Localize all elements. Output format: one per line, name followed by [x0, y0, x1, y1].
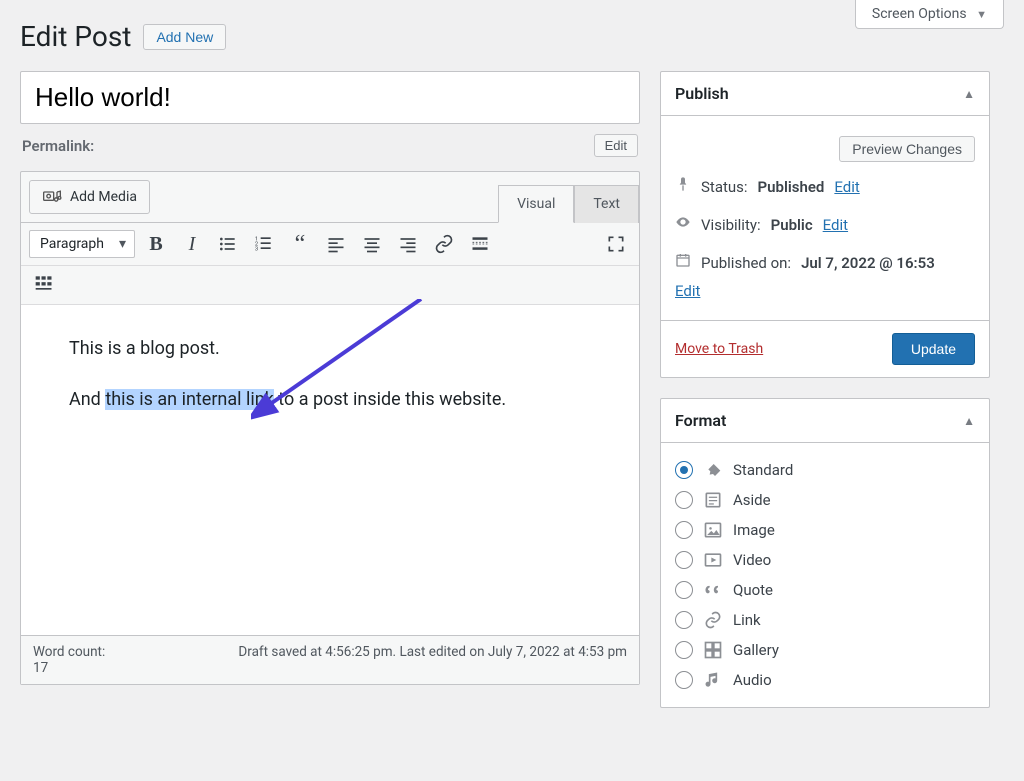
radio-icon	[675, 581, 693, 599]
editor: Add Media Visual Text Paragraph B I	[20, 171, 640, 685]
blockquote-button[interactable]: “	[285, 229, 315, 259]
aside-format-icon	[703, 490, 723, 510]
visibility-edit-link[interactable]: Edit	[823, 216, 848, 234]
status-edit-link[interactable]: Edit	[834, 178, 859, 196]
format-option-video[interactable]: Video	[675, 545, 975, 575]
add-media-label: Add Media	[70, 189, 137, 205]
align-left-button[interactable]	[321, 229, 351, 259]
image-format-icon	[703, 520, 723, 540]
fullscreen-button[interactable]	[601, 229, 631, 259]
radio-icon	[675, 461, 693, 479]
format-option-link[interactable]: Link	[675, 605, 975, 635]
collapse-icon[interactable]: ▲	[963, 414, 975, 428]
permalink-label: Permalink:	[22, 137, 94, 155]
format-option-aside[interactable]: Aside	[675, 485, 975, 515]
insert-link-button[interactable]	[429, 229, 459, 259]
format-option-audio[interactable]: Audio	[675, 665, 975, 695]
add-new-button[interactable]: Add New	[143, 24, 226, 50]
format-option-label: Audio	[733, 671, 772, 689]
radio-icon	[675, 521, 693, 539]
format-option-label: Image	[733, 521, 775, 539]
add-media-button[interactable]: Add Media	[29, 180, 150, 214]
standard-format-icon	[703, 460, 723, 480]
camera-music-icon	[42, 187, 62, 207]
editor-paragraph: And this is an internal link to a post i…	[69, 386, 591, 415]
radio-icon	[675, 491, 693, 509]
format-panel-title: Format	[675, 411, 726, 430]
chevron-down-icon: ▼	[976, 8, 987, 21]
published-on-edit-link[interactable]: Edit	[675, 282, 975, 300]
video-format-icon	[703, 550, 723, 570]
radio-icon	[675, 551, 693, 569]
move-to-trash-link[interactable]: Move to Trash	[675, 341, 763, 357]
gallery-format-icon	[703, 640, 723, 660]
publish-panel-title: Publish	[675, 84, 729, 103]
tab-visual[interactable]: Visual	[498, 185, 574, 223]
radio-icon	[675, 671, 693, 689]
link-format-icon	[703, 610, 723, 630]
post-title-input[interactable]	[20, 71, 640, 124]
editor-paragraph: This is a blog post.	[69, 335, 591, 364]
quote-format-icon	[703, 580, 723, 600]
toolbar-toggle-button[interactable]	[29, 268, 59, 298]
permalink-edit-button[interactable]: Edit	[594, 134, 638, 157]
format-option-gallery[interactable]: Gallery	[675, 635, 975, 665]
italic-button[interactable]: I	[177, 229, 207, 259]
eye-icon	[675, 214, 691, 230]
format-option-label: Gallery	[733, 641, 779, 659]
align-center-button[interactable]	[357, 229, 387, 259]
numbered-list-button[interactable]: 123	[249, 229, 279, 259]
align-right-button[interactable]	[393, 229, 423, 259]
format-option-label: Link	[733, 611, 761, 629]
pin-icon	[675, 176, 691, 192]
radio-icon	[675, 611, 693, 629]
paragraph-format-select[interactable]: Paragraph	[29, 230, 135, 258]
format-option-label: Standard	[733, 461, 793, 479]
screen-options-toggle[interactable]: Screen Options ▼	[855, 0, 1004, 29]
bold-button[interactable]: B	[141, 229, 171, 259]
selected-text: this is an internal link	[105, 389, 274, 410]
format-option-label: Quote	[733, 581, 773, 599]
draft-status-text: Draft saved at 4:56:25 pm. Last edited o…	[238, 644, 627, 676]
bullet-list-button[interactable]	[213, 229, 243, 259]
format-option-standard[interactable]: Standard	[675, 455, 975, 485]
audio-format-icon	[703, 670, 723, 690]
format-option-label: Aside	[733, 491, 771, 509]
editor-content[interactable]: This is a blog post. And this is an inte…	[21, 305, 639, 635]
format-panel: Format ▲ Standard Aside Image Video Quote Lin…	[660, 398, 990, 708]
word-count: Word count: 17	[33, 644, 105, 676]
radio-icon	[675, 641, 693, 659]
publish-panel: Publish ▲ Preview Changes Status: Publis…	[660, 71, 990, 378]
page-title: Edit Post	[20, 20, 131, 53]
preview-changes-button[interactable]: Preview Changes	[839, 136, 975, 162]
screen-options-label: Screen Options	[872, 6, 967, 22]
collapse-icon[interactable]: ▲	[963, 87, 975, 101]
calendar-icon	[675, 252, 691, 268]
update-button[interactable]: Update	[892, 333, 975, 365]
svg-text:3: 3	[255, 247, 258, 253]
format-option-quote[interactable]: Quote	[675, 575, 975, 605]
format-option-label: Video	[733, 551, 771, 569]
tab-text[interactable]: Text	[574, 185, 639, 223]
format-option-image[interactable]: Image	[675, 515, 975, 545]
read-more-button[interactable]	[465, 229, 495, 259]
